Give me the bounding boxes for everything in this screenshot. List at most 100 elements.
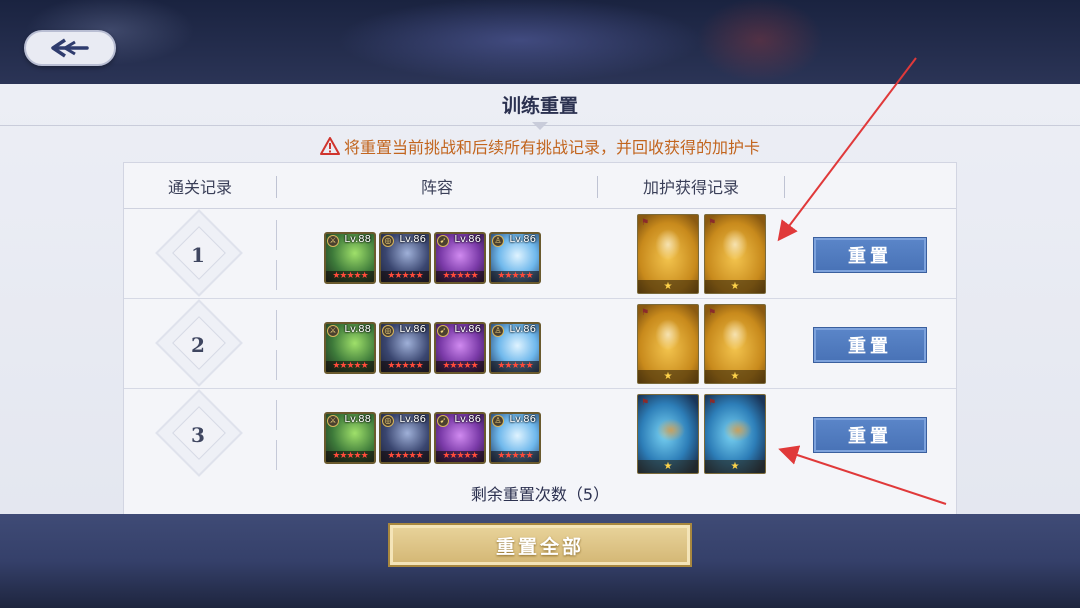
hero-stars: ★★★★★ — [436, 451, 484, 462]
card-banner-icon: ⚑ — [641, 218, 650, 228]
class-badge-icon: ♙ — [492, 325, 504, 337]
hero-level: Lv.88 — [344, 234, 371, 245]
reset-all-button[interactable]: 重置全部 — [388, 523, 692, 567]
hero-level: Lv.86 — [399, 234, 426, 245]
blessing-card[interactable]: ⚑ ★ — [704, 394, 766, 474]
hero-stars: ★★★★★ — [326, 361, 374, 372]
class-badge-icon: ⚔ — [327, 325, 339, 337]
warning-icon — [319, 137, 340, 155]
column-clear-record: 通关记录 — [167, 178, 232, 197]
card-star: ★ — [638, 460, 698, 473]
hero-level: Lv.86 — [454, 414, 481, 425]
background-scene — [0, 0, 1080, 84]
hero-stars: ★★★★★ — [491, 361, 539, 372]
hero-level: Lv.86 — [399, 324, 426, 335]
stage-number-emblem: 2 — [150, 299, 246, 387]
hero-portrait[interactable]: ⚔ Lv.88 ★★★★★ — [324, 322, 376, 374]
hero-portrait[interactable]: ◎ Lv.86 ★★★★★ — [379, 412, 431, 464]
class-badge-icon: ➹ — [437, 235, 449, 247]
card-star: ★ — [705, 280, 765, 293]
card-banner-icon: ⚑ — [708, 218, 717, 228]
row-divider — [276, 310, 277, 340]
row-divider — [276, 440, 277, 470]
hero-stars: ★★★★★ — [491, 271, 539, 282]
table-row: 3 ⚔ Lv.88 ★★★★★ ◎ Lv.86 ★★★★★ ➹ Lv.86 ★★… — [124, 389, 956, 479]
reset-panel: 训练重置 将重置当前挑战和后续所有挑战记录，并回收获得的加护卡 通关记录 阵容 … — [0, 84, 1080, 558]
hero-portrait[interactable]: ⚔ Lv.88 ★★★★★ — [324, 232, 376, 284]
hero-portrait[interactable]: ♙ Lv.86 ★★★★★ — [489, 322, 541, 374]
class-badge-icon: ⚔ — [327, 235, 339, 247]
card-banner-icon: ⚑ — [708, 398, 717, 408]
hero-level: Lv.86 — [509, 414, 536, 425]
title-divider-ornament — [532, 122, 548, 130]
hero-portrait[interactable]: ◎ Lv.86 ★★★★★ — [379, 232, 431, 284]
column-blessing-record: 加护获得记录 — [642, 178, 739, 197]
reset-button[interactable]: 重置 — [813, 237, 927, 273]
class-badge-icon: ⚔ — [327, 415, 339, 427]
hero-stars: ★★★★★ — [326, 271, 374, 282]
class-badge-icon: ♙ — [492, 415, 504, 427]
hero-portrait[interactable]: ➹ Lv.86 ★★★★★ — [434, 232, 486, 284]
row-divider — [276, 350, 277, 380]
stage-number: 3 — [191, 423, 205, 447]
blessing-card[interactable]: ⚑ ★ — [637, 214, 699, 294]
hero-stars: ★★★★★ — [436, 271, 484, 282]
column-lineup: 阵容 — [420, 178, 453, 197]
blessing-card[interactable]: ⚑ ★ — [637, 394, 699, 474]
card-star: ★ — [705, 370, 765, 383]
hero-portrait[interactable]: ♙ Lv.86 ★★★★★ — [489, 232, 541, 284]
hero-level: Lv.86 — [509, 234, 536, 245]
hero-stars: ★★★★★ — [381, 271, 429, 282]
card-star: ★ — [638, 280, 698, 293]
hero-portrait[interactable]: ⚔ Lv.88 ★★★★★ — [324, 412, 376, 464]
back-button[interactable] — [24, 30, 116, 66]
class-badge-icon: ◎ — [382, 415, 394, 427]
hero-stars: ★★★★★ — [436, 361, 484, 372]
table-row: 1 ⚔ Lv.88 ★★★★★ ◎ Lv.86 ★★★★★ ➹ Lv.86 ★★… — [124, 209, 956, 299]
row-divider — [276, 400, 277, 430]
card-banner-icon: ⚑ — [641, 398, 650, 408]
card-banner-icon: ⚑ — [641, 308, 650, 318]
class-badge-icon: ◎ — [382, 325, 394, 337]
hero-level: Lv.86 — [454, 324, 481, 335]
hero-level: Lv.86 — [454, 234, 481, 245]
class-badge-icon: ♙ — [492, 235, 504, 247]
hero-portrait[interactable]: ♙ Lv.86 ★★★★★ — [489, 412, 541, 464]
table-row: 2 ⚔ Lv.88 ★★★★★ ◎ Lv.86 ★★★★★ ➹ Lv.86 ★★… — [124, 299, 956, 389]
card-star: ★ — [638, 370, 698, 383]
hero-stars: ★★★★★ — [381, 451, 429, 462]
card-banner-icon: ⚑ — [708, 308, 717, 318]
hero-level: Lv.88 — [344, 414, 371, 425]
row-divider — [276, 220, 277, 250]
warning-text: 将重置当前挑战和后续所有挑战记录，并回收获得的加护卡 — [343, 138, 760, 157]
hero-level: Lv.86 — [399, 414, 426, 425]
remaining-resets: 剩余重置次数（5） — [470, 485, 610, 504]
class-badge-icon: ➹ — [437, 415, 449, 427]
stage-number: 1 — [191, 243, 205, 267]
stage-number-emblem: 3 — [150, 389, 246, 477]
class-badge-icon: ➹ — [437, 325, 449, 337]
stage-number: 2 — [191, 333, 205, 357]
card-star: ★ — [705, 460, 765, 473]
blessing-card[interactable]: ⚑ ★ — [637, 304, 699, 384]
hero-portrait[interactable]: ◎ Lv.86 ★★★★★ — [379, 322, 431, 374]
stage-number-emblem: 1 — [150, 209, 246, 297]
hero-portrait[interactable]: ➹ Lv.86 ★★★★★ — [434, 412, 486, 464]
class-badge-icon: ◎ — [382, 235, 394, 247]
hero-portrait[interactable]: ➹ Lv.86 ★★★★★ — [434, 322, 486, 374]
reset-button[interactable]: 重置 — [813, 327, 927, 363]
row-divider — [276, 260, 277, 290]
warning-message: 将重置当前挑战和后续所有挑战记录，并回收获得的加护卡 — [0, 134, 1080, 158]
table-header: 通关记录 阵容 加护获得记录 — [124, 163, 956, 209]
hero-stars: ★★★★★ — [381, 361, 429, 372]
hero-stars: ★★★★★ — [326, 451, 374, 462]
hero-level: Lv.86 — [509, 324, 536, 335]
blessing-card[interactable]: ⚑ ★ — [704, 214, 766, 294]
back-arrow-icon — [51, 38, 89, 58]
header-divider — [784, 176, 785, 198]
reset-button[interactable]: 重置 — [813, 417, 927, 453]
panel-title: 训练重置 — [0, 84, 1080, 126]
hero-stars: ★★★★★ — [491, 451, 539, 462]
blessing-card[interactable]: ⚑ ★ — [704, 304, 766, 384]
hero-level: Lv.88 — [344, 324, 371, 335]
